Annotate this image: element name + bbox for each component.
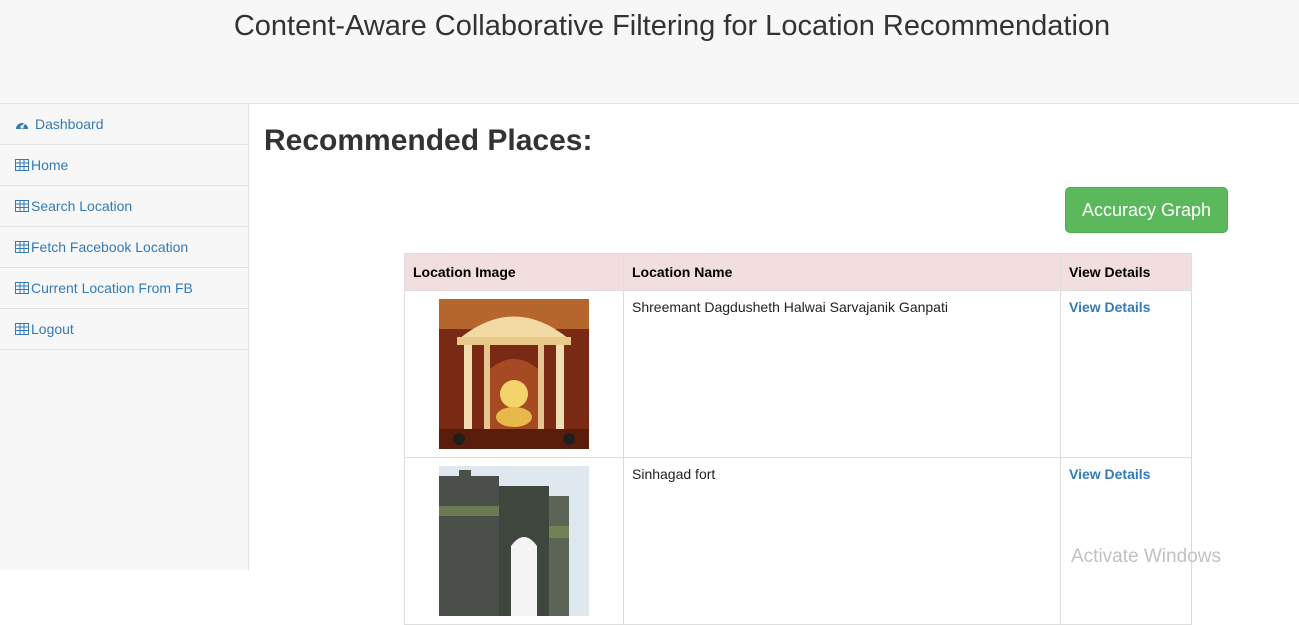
header-bar: Content-Aware Collaborative Filtering fo…	[0, 0, 1299, 104]
accuracy-graph-button[interactable]: Accuracy Graph	[1065, 187, 1228, 233]
sidebar-item-dashboard[interactable]: Dashboard	[0, 104, 248, 145]
sidebar-item-label: Dashboard	[35, 116, 104, 132]
sidebar-item-label: Current Location From FB	[31, 280, 193, 296]
table-row: Shreemant Dagdusheth Halwai Sarvajanik G…	[404, 290, 1192, 458]
sidebar-item-label: Home	[31, 157, 69, 173]
page-title: Content-Aware Collaborative Filtering fo…	[233, 10, 1111, 42]
column-header-image: Location Image	[404, 253, 624, 291]
main-content: Recommended Places: Accuracy Graph Locat…	[249, 104, 1299, 625]
temple-image	[439, 299, 589, 449]
sidebar-item-search-location[interactable]: Search Location	[0, 186, 248, 227]
sidebar-item-home[interactable]: Home	[0, 145, 248, 186]
location-image-cell	[404, 290, 624, 458]
column-header-name: Location Name	[623, 253, 1061, 291]
table-icon	[15, 241, 29, 253]
view-details-cell: View Details	[1060, 290, 1192, 458]
location-name: Shreemant Dagdusheth Halwai Sarvajanik G…	[623, 290, 1061, 458]
table-row: Sinhagad fort View Details	[404, 457, 1192, 625]
view-details-link[interactable]: View Details	[1069, 299, 1150, 315]
sidebar-item-label: Fetch Facebook Location	[31, 239, 189, 255]
view-details-link[interactable]: View Details	[1069, 466, 1150, 482]
location-name: Sinhagad fort	[623, 457, 1061, 625]
recommended-places-table: Location Image Location Name View Detail…	[404, 253, 1192, 625]
sidebar: Dashboard Home Search Location Fetch Fac…	[0, 104, 249, 570]
sidebar-item-label: Search Location	[31, 198, 133, 214]
sidebar-item-logout[interactable]: Logout	[0, 309, 248, 350]
table-icon	[15, 323, 29, 335]
table-icon	[15, 200, 29, 212]
sidebar-item-label: Logout	[31, 321, 74, 337]
activate-windows-watermark: Activate Windows	[1071, 546, 1221, 567]
view-details-cell: View Details	[1060, 457, 1192, 625]
table-icon	[15, 282, 29, 294]
sidebar-item-current-location-fb[interactable]: Current Location From FB	[0, 268, 248, 309]
table-header-row: Location Image Location Name View Detail…	[404, 253, 1192, 291]
table-icon	[15, 159, 29, 171]
section-heading: Recommended Places:	[264, 124, 593, 157]
column-header-details: View Details	[1060, 253, 1192, 291]
fort-image	[439, 466, 589, 616]
sidebar-item-fetch-facebook-location[interactable]: Fetch Facebook Location	[0, 227, 248, 268]
dashboard-icon	[15, 118, 29, 131]
location-image-cell	[404, 457, 624, 625]
